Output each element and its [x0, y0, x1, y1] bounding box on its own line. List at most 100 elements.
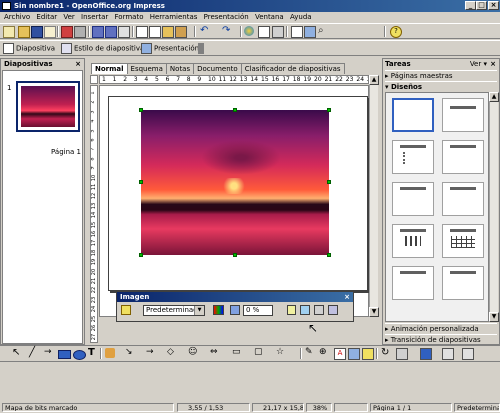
symbol-shapes-icon[interactable]: ☺ [188, 348, 198, 358]
chart-icon[interactable] [244, 26, 254, 36]
menu-window[interactable]: Ventana [255, 13, 284, 21]
paste-icon[interactable] [162, 26, 174, 38]
tasks-view-menu[interactable]: Ver ▾ [470, 59, 487, 69]
menu-view[interactable]: Ver [63, 13, 74, 21]
open-folder-icon[interactable] [18, 26, 30, 38]
layouts-scroll-up-icon[interactable]: ▲ [489, 92, 499, 102]
autospellcheck-icon[interactable] [105, 26, 117, 38]
copy-icon[interactable] [149, 26, 161, 38]
menu-presentation[interactable]: Presentación [204, 13, 249, 21]
menu-format[interactable]: Formato [115, 13, 144, 21]
curve-tool-icon[interactable] [105, 348, 115, 358]
connector-tool-icon[interactable]: ↘ [125, 348, 135, 358]
ellipse-tool-icon[interactable] [73, 350, 86, 360]
gallery-tool-icon[interactable] [362, 348, 374, 360]
arrow-line-icon[interactable]: → [44, 348, 54, 358]
tab-notes[interactable]: Notas [165, 63, 195, 74]
3d-effects-icon[interactable] [462, 348, 474, 360]
flowchart-icon[interactable]: ▭ [232, 348, 242, 358]
print-icon[interactable] [74, 26, 86, 38]
selection-handle-l[interactable] [139, 180, 143, 184]
edit-file-icon[interactable] [44, 26, 56, 38]
save-icon[interactable] [31, 26, 43, 38]
presentation-button[interactable]: Presentación [141, 43, 199, 54]
slide-thumbnail[interactable] [16, 81, 80, 132]
spellcheck-icon[interactable] [92, 26, 104, 38]
layout-blank[interactable] [392, 98, 434, 132]
basic-shapes-icon[interactable]: ◇ [167, 348, 177, 358]
tab-slide-sorter[interactable]: Clasificador de diapositivas [240, 63, 345, 74]
stars-icon[interactable]: ☆ [276, 348, 286, 358]
callouts-icon[interactable]: ▢ [254, 348, 264, 358]
gallery-icon[interactable] [304, 26, 316, 38]
selection-handle-r[interactable] [327, 180, 331, 184]
layout-chart[interactable] [392, 224, 434, 258]
tab-handout[interactable]: Documento [193, 63, 242, 74]
graphics-mode-select[interactable]: Predeterminado ▼ [143, 305, 205, 316]
fontwork-icon[interactable]: A [334, 348, 346, 360]
block-arrows-icon[interactable]: ⇔ [210, 348, 220, 358]
new-document-icon[interactable] [3, 26, 15, 38]
text-tool-icon[interactable]: T [88, 348, 98, 358]
export-pdf-icon[interactable] [61, 26, 73, 38]
menu-help[interactable]: Ayuda [290, 13, 312, 21]
color-icon[interactable] [213, 305, 224, 315]
alignment-icon[interactable] [396, 348, 408, 360]
crop-icon[interactable] [328, 305, 338, 315]
dropdown-arrow-icon[interactable]: ▼ [194, 306, 204, 315]
menu-insert[interactable]: Insertar [81, 13, 108, 21]
area-icon[interactable] [300, 305, 310, 315]
close-window-button[interactable]: × [488, 1, 499, 10]
section-custom-animation[interactable]: ▸ Animación personalizada [385, 323, 497, 333]
table-icon[interactable] [258, 26, 270, 38]
layout-text-chart[interactable] [442, 266, 484, 300]
layouts-scrollbar[interactable]: ▲ ▼ [489, 92, 499, 322]
rectangle-tool-icon[interactable] [58, 350, 71, 359]
select-arrow-icon[interactable]: ↖ [12, 348, 22, 358]
section-layouts[interactable]: ▾ Diseños [385, 81, 497, 91]
from-file-icon[interactable] [348, 348, 360, 360]
line-icon[interactable] [287, 305, 296, 315]
transparency-icon[interactable] [230, 305, 240, 315]
transparency-field[interactable]: 0 % [243, 305, 273, 316]
sunset-image[interactable] [141, 110, 329, 255]
menu-file[interactable]: Archivo [4, 13, 30, 21]
minimize-button[interactable]: _ [465, 1, 476, 10]
status-zoom[interactable]: 38% [306, 403, 332, 412]
app-icon[interactable] [2, 2, 11, 10]
display-icon[interactable] [118, 26, 130, 38]
vertical-ruler[interactable]: 1 2 3 4 5 6 7 8 9 10 11 12 13 14 15 16 17 18 19 20 21 22 23 24 2… [90, 85, 98, 343]
layout-table[interactable] [442, 224, 484, 258]
help-icon[interactable]: ? [390, 26, 402, 38]
slide-style-button[interactable]: Estilo de diapositiva [61, 43, 144, 54]
show-draw-functions-icon[interactable] [272, 26, 284, 38]
layout-title-two-content[interactable] [442, 140, 484, 174]
navigator-icon[interactable] [291, 26, 303, 38]
selection-handle-tl[interactable] [139, 108, 143, 112]
find-icon[interactable]: ⌕ [318, 26, 328, 36]
layout-centered-text[interactable] [442, 182, 484, 216]
close-panel-icon[interactable]: × [75, 59, 81, 69]
menu-tools[interactable]: Herramientas [150, 13, 198, 21]
glue-points-icon[interactable]: ⊕ [319, 348, 329, 358]
line-tool-icon[interactable]: ╱ [29, 348, 39, 358]
layouts-scroll-down-icon[interactable]: ▼ [489, 312, 499, 322]
section-master-pages[interactable]: ▸ Páginas maestras [385, 70, 497, 80]
layout-title-content[interactable] [392, 140, 434, 174]
layout-title-only[interactable] [442, 98, 484, 132]
close-tasks-icon[interactable]: × [490, 59, 496, 69]
lines-arrows-icon[interactable]: → [146, 348, 156, 358]
close-toolbar-icon[interactable]: × [344, 292, 350, 302]
undo-icon[interactable]: ↶ [200, 26, 210, 36]
scroll-up-icon[interactable]: ▲ [369, 75, 379, 85]
slide-button[interactable]: Diapositiva [3, 43, 55, 54]
maximize-button[interactable]: □ [476, 1, 487, 10]
layout-clipart-text[interactable] [392, 266, 434, 300]
menu-edit[interactable]: Editar [36, 13, 57, 21]
horizontal-ruler[interactable]: 1 1 2 3 4 5 6 7 8 9 10 11 12 13 14 15 16 17 18 19 20 21 22 23 24… [99, 75, 369, 84]
selection-handle-tr[interactable] [327, 108, 331, 112]
slide-canvas[interactable] [108, 96, 368, 291]
tab-normal[interactable]: Normal [91, 63, 128, 74]
toolbar-options-icon[interactable] [198, 43, 204, 54]
points-icon[interactable]: ✎ [305, 348, 315, 358]
